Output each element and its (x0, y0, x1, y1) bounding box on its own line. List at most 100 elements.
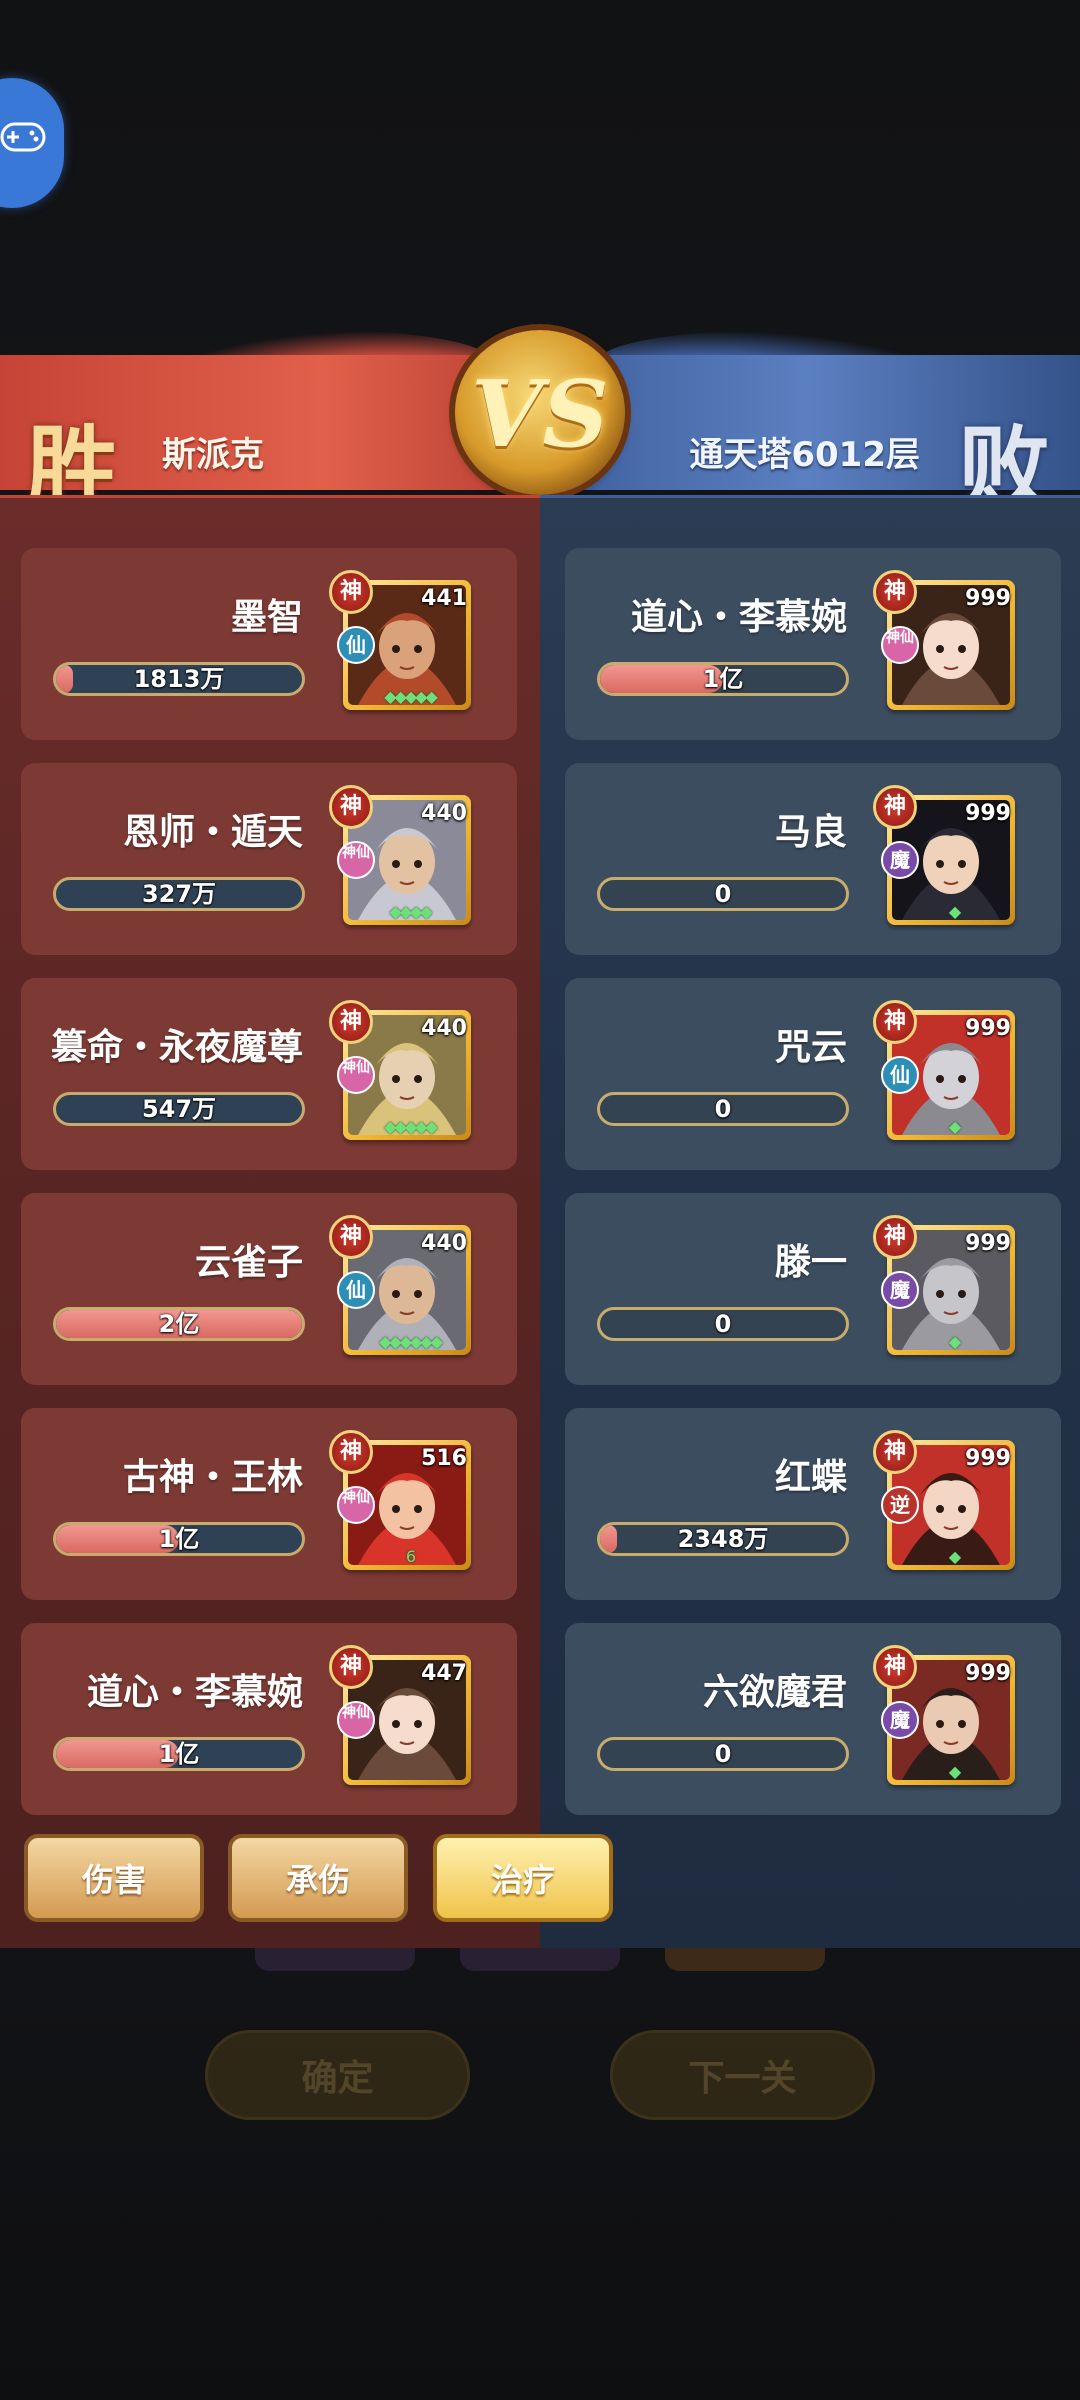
star-rank: ◆ (948, 1117, 961, 1136)
hero-level: 999 (965, 1016, 1011, 1041)
god-rank-badge: 神 (329, 1430, 373, 1474)
hero-portrait[interactable]: 神 999 魔 ◆ (873, 1215, 1015, 1355)
star-rank: ◆◆◆◆ (389, 902, 432, 921)
star-rank: ◆ (948, 1547, 961, 1566)
race-badge: 逆 (881, 1486, 919, 1524)
hero-portrait[interactable]: 神 999 逆 ◆ (873, 1430, 1015, 1570)
star-rank: ◆◆◆◆◆◆ (379, 1332, 443, 1351)
tab-damage[interactable]: 伤害 (24, 1834, 204, 1922)
damage-value: 2348万 (677, 1525, 769, 1553)
bg-next-level-button: 下一关 (610, 2030, 875, 2120)
damage-value: 1813万 (133, 665, 225, 693)
hero-level: 999 (965, 1231, 1011, 1256)
damage-value: 547万 (141, 1095, 217, 1123)
hero-name: 红蝶 (774, 1457, 847, 1498)
right-hero-card[interactable]: 马良 0 神 999 魔 ◆ (565, 763, 1061, 955)
hero-name: 道心・李慕婉 (86, 1672, 303, 1713)
damage-bar: 0 (597, 1307, 849, 1341)
hero-level: 440 (421, 801, 467, 826)
right-hero-card[interactable]: 咒云 0 神 999 仙 ◆ (565, 978, 1061, 1170)
left-hero-card[interactable]: 篡命・永夜魔尊 547万 神 440 神仙 ◆◆◆◆◆ (21, 978, 517, 1170)
hero-portrait[interactable]: 神 441 仙 ◆◆◆◆◆ (329, 570, 471, 710)
right-hero-card[interactable]: 滕一 0 神 999 魔 ◆ (565, 1193, 1061, 1385)
race-badge: 神仙 (337, 841, 375, 879)
damage-bar: 1813万 (53, 662, 305, 696)
damage-value: 0 (714, 1310, 732, 1338)
star-rank: 6 (405, 1547, 416, 1566)
hero-name: 滕一 (774, 1242, 847, 1283)
star-rank: ◆◆◆◆◆ (384, 687, 438, 706)
hero-level: 999 (965, 1446, 1011, 1471)
race-badge: 神仙 (881, 626, 919, 664)
hero-name: 咒云 (774, 1027, 847, 1068)
damage-value: 1亿 (702, 665, 744, 693)
right-player-name: 通天塔6012层 (689, 435, 920, 475)
hero-level: 999 (965, 1661, 1011, 1686)
damage-bar: 2348万 (597, 1522, 849, 1556)
hero-portrait[interactable]: 神 440 仙 ◆◆◆◆◆◆ (329, 1215, 471, 1355)
god-rank-badge: 神 (329, 1215, 373, 1259)
hero-name: 马良 (774, 812, 847, 853)
damage-value: 1亿 (158, 1740, 200, 1768)
hero-portrait[interactable]: 神 447 神仙 (329, 1645, 471, 1785)
left-hero-card[interactable]: 云雀子 2亿 神 440 仙 ◆◆◆◆◆◆ (21, 1193, 517, 1385)
tab-damage-taken-label: 承伤 (285, 1861, 350, 1899)
bg-tab-3 (665, 1945, 825, 1971)
god-rank-badge: 神 (873, 1000, 917, 1044)
star-rank: ◆ (948, 902, 961, 921)
damage-bar: 2亿 (53, 1307, 305, 1341)
damage-bar: 547万 (53, 1092, 305, 1126)
tab-damage-taken[interactable]: 承伤 (228, 1834, 408, 1922)
race-badge: 魔 (881, 841, 919, 879)
hero-portrait[interactable]: 神 999 魔 ◆ (873, 785, 1015, 925)
race-badge: 神仙 (337, 1056, 375, 1094)
right-hero-card[interactable]: 道心・李慕婉 1亿 神 999 神仙 (565, 548, 1061, 740)
left-player-name: 斯派克 (162, 435, 264, 475)
hero-portrait[interactable]: 神 440 神仙 ◆◆◆◆ (329, 785, 471, 925)
hero-name: 六欲魔君 (702, 1672, 847, 1713)
god-rank-badge: 神 (873, 1645, 917, 1689)
left-hero-card[interactable]: 道心・李慕婉 1亿 神 447 神仙 (21, 1623, 517, 1815)
hero-name: 道心・李慕婉 (630, 597, 847, 638)
damage-value: 0 (714, 1740, 732, 1768)
god-rank-badge: 神 (329, 570, 373, 614)
hero-portrait[interactable]: 神 999 魔 ◆ (873, 1645, 1015, 1785)
star-rank: ◆◆◆◆◆ (384, 1117, 438, 1136)
race-badge: 神仙 (337, 1701, 375, 1739)
left-hero-card[interactable]: 墨智 1813万 神 441 仙 ◆◆◆◆◆ (21, 548, 517, 740)
damage-bar: 1亿 (53, 1737, 305, 1771)
hero-level: 516 (421, 1446, 467, 1471)
hero-level: 441 (421, 586, 467, 611)
left-hero-card[interactable]: 恩师・遁天 327万 神 440 神仙 ◆◆◆◆ (21, 763, 517, 955)
hero-level: 440 (421, 1016, 467, 1041)
right-hero-card[interactable]: 六欲魔君 0 神 999 魔 ◆ (565, 1623, 1061, 1815)
versus-banner: 胜 斯派克 通天塔6012层 败 VS (0, 330, 1080, 523)
bg-tab-2 (460, 1945, 620, 1971)
damage-value: 1亿 (158, 1525, 200, 1553)
bg-tab-1 (255, 1945, 415, 1971)
star-rank: ◆ (948, 1332, 961, 1351)
hero-level: 440 (421, 1231, 467, 1256)
damage-value: 0 (714, 1095, 732, 1123)
god-rank-badge: 神 (329, 1645, 373, 1689)
hero-name: 云雀子 (194, 1242, 303, 1283)
hero-portrait[interactable]: 神 999 神仙 (873, 570, 1015, 710)
god-rank-badge: 神 (873, 1215, 917, 1259)
tab-healing-label: 治疗 (490, 1861, 555, 1899)
right-hero-card[interactable]: 红蝶 2348万 神 999 逆 ◆ (565, 1408, 1061, 1600)
tab-healing[interactable]: 治疗 (433, 1834, 613, 1922)
race-badge: 仙 (337, 626, 375, 664)
god-rank-badge: 神 (873, 570, 917, 614)
race-badge: 仙 (881, 1056, 919, 1094)
hero-portrait[interactable]: 神 440 神仙 ◆◆◆◆◆ (329, 1000, 471, 1140)
tab-damage-label: 伤害 (81, 1861, 146, 1899)
hero-name: 古神・王林 (122, 1457, 303, 1498)
hero-portrait[interactable]: 神 999 仙 ◆ (873, 1000, 1015, 1140)
god-rank-badge: 神 (329, 785, 373, 829)
hero-name: 恩师・遁天 (122, 812, 303, 853)
left-hero-card[interactable]: 古神・王林 1亿 神 516 神仙 6 (21, 1408, 517, 1600)
god-rank-badge: 神 (873, 785, 917, 829)
damage-bar: 327万 (53, 877, 305, 911)
gamepad-icon (0, 122, 46, 152)
hero-portrait[interactable]: 神 516 神仙 6 (329, 1430, 471, 1570)
